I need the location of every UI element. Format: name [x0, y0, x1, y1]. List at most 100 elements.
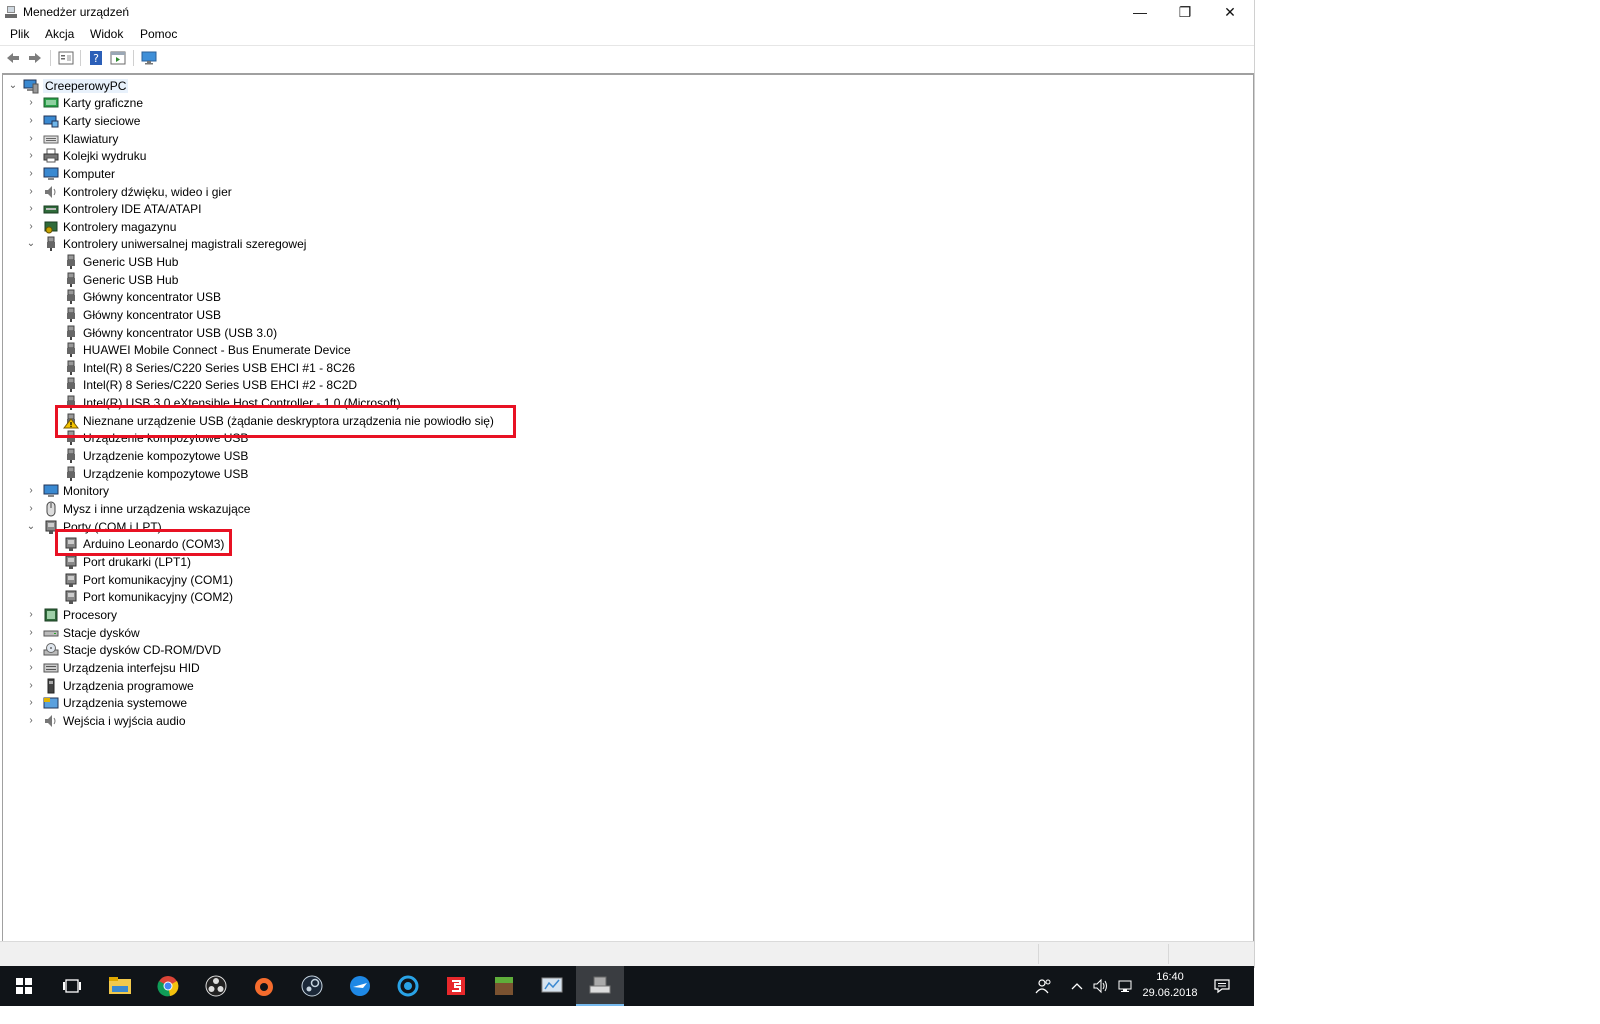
volume-button[interactable] — [1090, 966, 1112, 1006]
chevron-right-icon[interactable]: › — [25, 644, 37, 656]
usb-device-item[interactable]: Intel(R) 8 Series/C220 Series USB EHCI #… — [63, 376, 357, 393]
restore-button[interactable]: ❐ — [1162, 0, 1208, 24]
forward-arrow-icon[interactable] — [27, 50, 43, 66]
taskbar-obs[interactable] — [192, 966, 240, 1006]
usb-device-item[interactable]: Urządzenie kompozytowe USB — [63, 447, 248, 464]
action-pane-icon[interactable] — [110, 50, 126, 66]
tree-category-system[interactable]: › Urządzenia systemowe — [25, 694, 187, 711]
usb-device-item[interactable]: Generic USB Hub — [63, 253, 178, 270]
chevron-right-icon[interactable]: › — [25, 627, 37, 639]
usb-device-item[interactable]: Urządzenie kompozytowe USB — [63, 465, 248, 482]
menu-file[interactable]: Plik — [10, 27, 29, 41]
chevron-down-icon[interactable]: ⌄ — [25, 238, 37, 250]
tree-category-sound[interactable]: › Kontrolery dźwięku, wideo i gier — [25, 183, 231, 200]
tree-category-usb[interactable]: ⌄ Kontrolery uniwersalnej magistrali sze… — [25, 235, 306, 252]
taskbar-file-explorer[interactable] — [96, 966, 144, 1006]
chevron-right-icon[interactable]: › — [25, 168, 37, 180]
tree-category-audio-io[interactable]: › Wejścia i wyjścia audio — [25, 712, 185, 729]
cd-drive-icon — [43, 642, 59, 658]
taskbar-app-red[interactable] — [432, 966, 480, 1006]
chevron-right-icon[interactable]: › — [25, 133, 37, 145]
tree-category-software[interactable]: › Urządzenia programowe — [25, 677, 194, 694]
minimize-button[interactable]: — — [1117, 0, 1163, 24]
tree-root[interactable]: ⌄ CreeperowyPC — [3, 77, 129, 94]
people-button[interactable] — [1030, 966, 1058, 1006]
network-icon — [1118, 980, 1132, 992]
windows-logo-icon — [16, 978, 32, 994]
network-button[interactable] — [1114, 966, 1138, 1006]
usb-device-item[interactable]: Główny koncentrator USB — [63, 288, 221, 305]
back-arrow-icon[interactable] — [5, 50, 21, 66]
help-icon[interactable]: ? — [88, 50, 104, 66]
usb-plug-icon — [63, 377, 79, 393]
chevron-right-icon[interactable]: › — [25, 203, 37, 215]
task-view-button[interactable] — [48, 966, 96, 1006]
origin-icon — [255, 978, 273, 996]
usb-plug-icon — [63, 325, 79, 341]
port-icon — [63, 572, 79, 588]
taskbar-app-refresh[interactable] — [384, 966, 432, 1006]
port-device-item[interactable]: Port komunikacyjny (COM2) — [63, 588, 233, 605]
chevron-right-icon[interactable]: › — [25, 503, 37, 515]
chevron-right-icon[interactable]: › — [25, 662, 37, 674]
chevron-down-icon[interactable]: ⌄ — [3, 80, 23, 92]
taskbar-chrome[interactable] — [144, 966, 192, 1006]
action-center-button[interactable] — [1208, 966, 1236, 1006]
menu-action[interactable]: Akcja — [45, 27, 74, 41]
tree-category-disk-drives[interactable]: › Stacje dysków — [25, 624, 139, 641]
tree-category-display[interactable]: › Karty graficzne — [25, 94, 143, 111]
chevron-right-icon[interactable]: › — [25, 150, 37, 162]
chevron-right-icon[interactable]: › — [25, 221, 37, 233]
taskbar-control-panel[interactable] — [528, 966, 576, 1006]
taskbar-device-manager[interactable] — [576, 966, 624, 1006]
notification-icon — [1214, 979, 1230, 994]
taskbar-clock[interactable]: 16:40 29.06.2018 — [1140, 969, 1200, 1001]
tree-category-processors[interactable]: › Procesory — [25, 606, 117, 623]
close-button[interactable]: ✕ — [1207, 0, 1253, 24]
chevron-right-icon[interactable]: › — [25, 485, 37, 497]
menu-help[interactable]: Pomoc — [140, 27, 177, 41]
tree-category-label: Kontrolery uniwersalnej magistrali szere… — [63, 236, 307, 251]
taskbar-app-blue[interactable] — [336, 966, 384, 1006]
usb-device-item[interactable]: HUAWEI Mobile Connect - Bus Enumerate De… — [63, 341, 351, 358]
usb-device-item[interactable]: Intel(R) 8 Series/C220 Series USB EHCI #… — [63, 359, 355, 376]
taskbar-origin[interactable] — [240, 966, 288, 1006]
window-title: Menedżer urządzeń — [23, 5, 130, 19]
chevron-right-icon[interactable]: › — [25, 715, 37, 727]
menu-view[interactable]: Widok — [90, 27, 123, 41]
properties-icon[interactable] — [58, 50, 74, 66]
usb-device-label: Intel(R) 8 Series/C220 Series USB EHCI #… — [83, 360, 356, 375]
chevron-right-icon[interactable]: › — [25, 97, 37, 109]
taskbar-steam[interactable] — [288, 966, 336, 1006]
chevron-right-icon[interactable]: › — [25, 697, 37, 709]
status-separator — [1038, 944, 1039, 964]
usb-device-item[interactable]: Główny koncentrator USB (USB 3.0) — [63, 324, 277, 341]
speaker-icon — [43, 184, 59, 200]
tree-category-mice[interactable]: › Mysz i inne urządzenia wskazujące — [25, 500, 250, 517]
scan-hardware-icon[interactable] — [141, 50, 157, 66]
tree-category-label: Kolejki wydruku — [63, 148, 147, 163]
tree-category-monitors[interactable]: › Monitory — [25, 482, 109, 499]
tree-category-label: Urządzenia programowe — [63, 678, 194, 693]
usb-device-item[interactable]: Generic USB Hub — [63, 271, 178, 288]
chevron-right-icon[interactable]: › — [25, 186, 37, 198]
chevron-right-icon[interactable]: › — [25, 680, 37, 692]
tree-category-print-queues[interactable]: › Kolejki wydruku — [25, 147, 146, 164]
chevron-right-icon[interactable]: › — [25, 609, 37, 621]
usb-device-item[interactable]: Główny koncentrator USB — [63, 306, 221, 323]
port-device-item[interactable]: Port komunikacyjny (COM1) — [63, 571, 233, 588]
tree-category-label: Komputer — [63, 166, 116, 181]
chevron-down-icon[interactable]: ⌄ — [25, 521, 37, 533]
tree-category-keyboards[interactable]: › Klawiatury — [25, 130, 118, 147]
chevron-right-icon[interactable]: › — [25, 115, 37, 127]
show-hidden-icons-button[interactable] — [1066, 966, 1088, 1006]
speaker-icon — [43, 713, 59, 729]
tree-category-cdrom[interactable]: › Stacje dysków CD-ROM/DVD — [25, 641, 221, 658]
tree-category-storage[interactable]: › Kontrolery magazynu — [25, 218, 176, 235]
start-button[interactable] — [0, 966, 48, 1006]
tree-category-computer[interactable]: › Komputer — [25, 165, 115, 182]
taskbar-minecraft[interactable] — [480, 966, 528, 1006]
tree-category-network[interactable]: › Karty sieciowe — [25, 112, 140, 129]
tree-category-hid[interactable]: › Urządzenia interfejsu HID — [25, 659, 199, 676]
tree-category-ide[interactable]: › Kontrolery IDE ATA/ATAPI — [25, 200, 201, 217]
